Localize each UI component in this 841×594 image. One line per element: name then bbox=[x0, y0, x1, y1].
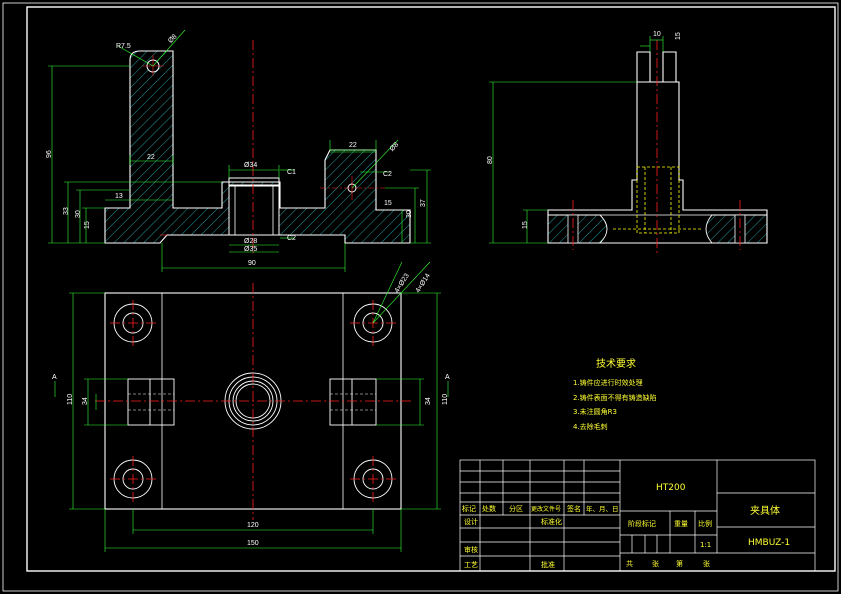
dim-slot-width: 10 bbox=[653, 31, 661, 38]
tb-part-name: 夹具体 bbox=[750, 504, 780, 517]
dim-r7-5: R7.5 bbox=[116, 43, 131, 50]
tb-header-date: 年、月、日 bbox=[586, 504, 619, 513]
tb-header-count: 处数 bbox=[482, 504, 496, 513]
dim-height-15: 15 bbox=[84, 221, 91, 229]
dim-lug-h37: 37 bbox=[420, 199, 427, 207]
dim-lug-h30: 30 bbox=[406, 210, 413, 218]
tech-item-3: 3.未注圆角R3 bbox=[573, 407, 617, 416]
tech-item-2: 2.铸件表面不得有铸造缺陷 bbox=[573, 393, 657, 402]
tech-requirements: 技术要求 1.铸件应进行时效处理 2.铸件表面不得有铸造缺陷 3.未注圆角R3 … bbox=[573, 357, 657, 431]
dim-top-h110: 110 bbox=[67, 394, 74, 405]
dim-chamfer-c2: C2 bbox=[287, 235, 296, 242]
tb-sheet-label2: 张 bbox=[703, 559, 710, 568]
side-view: 10 15 80 15 bbox=[487, 31, 768, 255]
dim-ear-hole: Ø8 bbox=[167, 33, 179, 45]
sheet-outer-border bbox=[2, 2, 839, 592]
tb-approve: 批准 bbox=[541, 560, 555, 569]
tb-stage-mark: 阶段标记 bbox=[628, 519, 656, 528]
tb-header-doc: 更改文件号 bbox=[531, 505, 561, 513]
tb-material: HT200 bbox=[656, 483, 686, 493]
dim-top-w150: 150 bbox=[247, 540, 259, 547]
dim-top-w120: 120 bbox=[247, 522, 259, 529]
title-block: 标记 处数 分区 更改文件号 签名 年、月、日 设计 标准化 审核 工艺 批准 … bbox=[459, 459, 816, 572]
dim-lug-hole: Ø8 bbox=[389, 141, 401, 153]
dim-lug-h15: 15 bbox=[384, 200, 392, 207]
dim-width-13: 13 bbox=[115, 193, 123, 200]
cad-drawing-sheet: R7.5 Ø8 96 33 30 15 13 22 Ø34 Ø28 Ø35 C1… bbox=[2, 2, 839, 592]
tb-scale: 比例 bbox=[698, 519, 712, 528]
dim-slot-height: 15 bbox=[675, 32, 682, 40]
tb-standardization: 标准化 bbox=[541, 517, 562, 526]
tb-header-zone: 分区 bbox=[509, 504, 523, 513]
tb-sheets-total: 共 bbox=[626, 559, 633, 568]
dim-lug-chamfer: C2 bbox=[383, 171, 392, 178]
dim-height-33: 33 bbox=[63, 207, 70, 215]
tech-item-4: 4.去除毛刺 bbox=[573, 422, 608, 431]
tb-header-mark: 标记 bbox=[462, 504, 476, 513]
dim-hole-23: 4×Ø23 bbox=[394, 272, 411, 294]
dim-height-30: 30 bbox=[75, 210, 82, 218]
dim-top-h110r: 110 bbox=[442, 394, 449, 405]
front-view: R7.5 Ø8 96 33 30 15 13 22 Ø34 Ø28 Ø35 C1… bbox=[46, 29, 431, 272]
dim-side-h80: 80 bbox=[487, 156, 494, 164]
tb-scale-value: 1:1 bbox=[700, 541, 711, 549]
side-view-outline bbox=[547, 51, 768, 244]
tb-drawing-no: HMBUZ-1 bbox=[748, 538, 790, 548]
tb-weight: 重量 bbox=[674, 520, 688, 528]
tech-item-1: 1.铸件应进行时效处理 bbox=[573, 378, 643, 387]
dim-width-90: 90 bbox=[248, 260, 256, 267]
tb-sheet-no: 第 bbox=[676, 559, 683, 568]
dim-total-height: 96 bbox=[46, 150, 53, 158]
dim-lug-width: 22 bbox=[349, 142, 357, 149]
top-view: 110 34 120 150 34 110 4×Ø23 4×Ø14 A A bbox=[52, 261, 450, 552]
dim-bore-top: Ø34 bbox=[244, 162, 257, 169]
tb-review: 审核 bbox=[464, 545, 478, 554]
front-bore bbox=[228, 184, 280, 236]
dim-top-h34r: 34 bbox=[425, 397, 432, 405]
tb-process: 工艺 bbox=[464, 561, 478, 569]
dim-ear-width: 22 bbox=[147, 154, 155, 161]
tb-sheet-label: 张 bbox=[652, 559, 659, 568]
tb-header-sign: 签名 bbox=[567, 504, 581, 513]
tb-design: 设计 bbox=[464, 517, 478, 526]
dim-side-h15: 15 bbox=[522, 221, 529, 229]
tech-title: 技术要求 bbox=[596, 357, 636, 370]
section-label-right: A bbox=[445, 374, 450, 381]
dim-top-h34: 34 bbox=[82, 397, 89, 405]
dim-bore-low: Ø35 bbox=[244, 246, 257, 253]
dim-bore: Ø28 bbox=[244, 238, 257, 245]
left-lug bbox=[127, 378, 175, 426]
right-lug bbox=[329, 378, 377, 426]
dim-chamfer-c1: C1 bbox=[287, 169, 296, 176]
section-label-left: A bbox=[52, 374, 57, 381]
